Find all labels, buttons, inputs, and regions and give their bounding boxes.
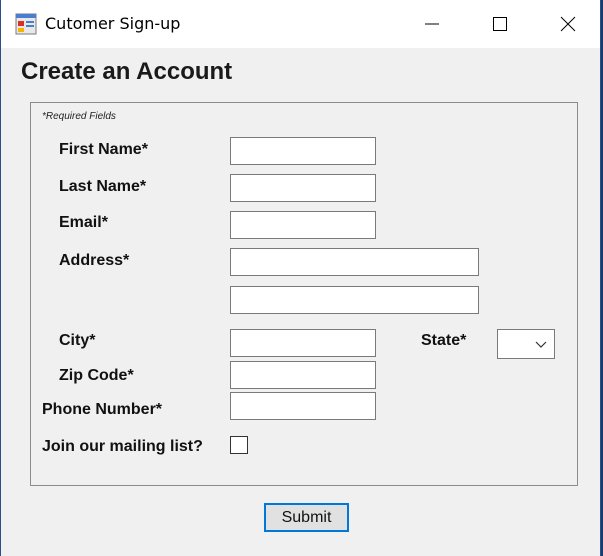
first-name-input[interactable] <box>230 137 376 165</box>
mailing-list-label: Join our mailing list? <box>42 438 203 455</box>
state-label: State* <box>421 332 467 349</box>
email-input[interactable] <box>230 211 376 239</box>
city-label: City* <box>59 332 96 349</box>
app-form-icon <box>15 13 37 35</box>
address-label: Address* <box>59 252 130 269</box>
mailing-list-checkbox[interactable] <box>230 436 248 454</box>
zip-code-input[interactable] <box>230 361 376 389</box>
submit-button[interactable]: Submit <box>264 503 349 532</box>
last-name-input[interactable] <box>230 174 376 202</box>
minimize-button[interactable] <box>397 0 467 48</box>
window-title: Cutomer Sign-up <box>45 14 181 33</box>
email-label: Email* <box>59 214 108 231</box>
chevron-down-icon <box>535 341 547 348</box>
last-name-label: Last Name* <box>59 178 147 195</box>
phone-number-input[interactable] <box>230 392 376 420</box>
first-name-label: First Name* <box>59 141 148 158</box>
close-button[interactable] <box>533 0 603 48</box>
signup-window: Cutomer Sign-up Create an Account *Requi… <box>0 0 601 556</box>
maximize-icon <box>493 17 507 31</box>
close-icon <box>560 16 576 32</box>
page-title: Create an Account <box>21 58 233 85</box>
phone-number-label: Phone Number* <box>42 401 163 418</box>
required-fields-note: *Required Fields <box>42 111 116 122</box>
title-bar[interactable]: Cutomer Sign-up <box>1 0 600 48</box>
address-line2-input[interactable] <box>230 286 479 314</box>
maximize-button[interactable] <box>465 0 535 48</box>
minimize-icon <box>425 23 439 25</box>
zip-code-label: Zip Code* <box>59 367 134 384</box>
address-line1-input[interactable] <box>230 248 479 276</box>
state-select[interactable] <box>497 329 555 359</box>
city-input[interactable] <box>230 329 376 357</box>
